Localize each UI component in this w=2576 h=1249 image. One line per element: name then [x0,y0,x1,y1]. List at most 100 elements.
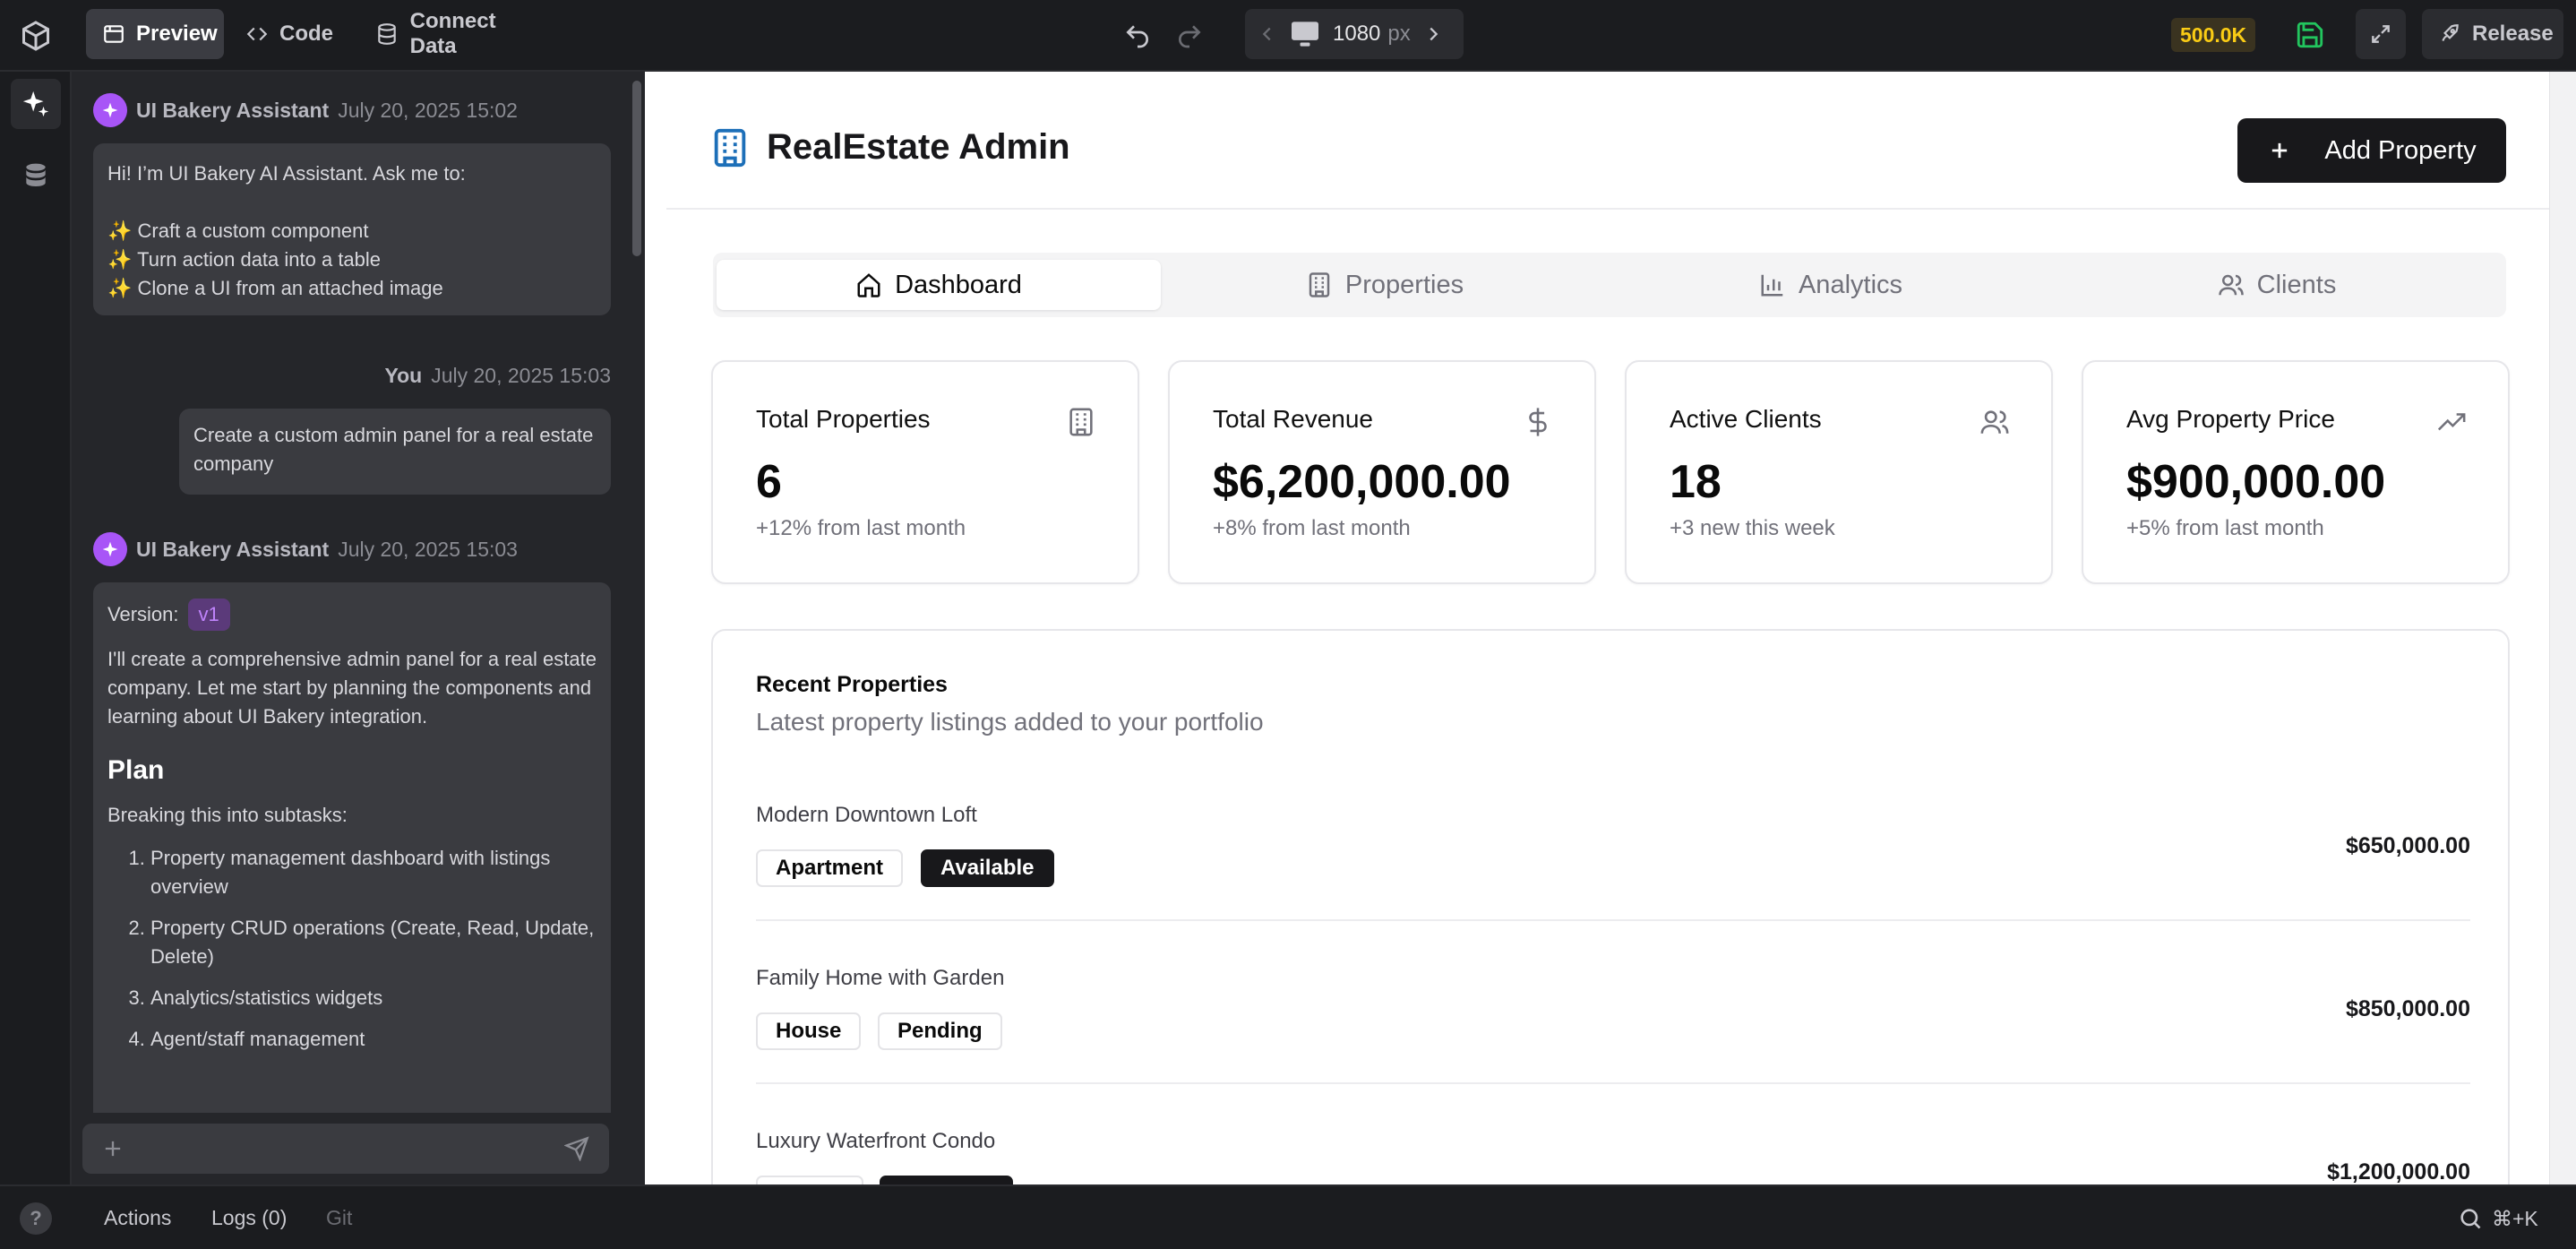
plan-intro: Breaking this into subtasks: [107,804,348,826]
tab-label: Clients [2256,270,2337,299]
tab-properties[interactable]: Properties [1163,260,1607,310]
data-sources-tab[interactable] [11,151,61,201]
user-message: Create a custom admin panel for a real e… [179,409,611,495]
stat-card-avg-price: Avg Property Price $900,000.00 +5% from … [2082,360,2510,584]
release-button[interactable]: Release [2422,9,2563,59]
search-button[interactable]: ⌘+K [2449,1195,2565,1242]
plan-heading: Plan [107,755,165,785]
expand-icon [2369,22,2392,46]
save-icon[interactable] [2295,20,2327,52]
property-type-badge: Apartment [756,849,904,887]
property-row[interactable]: Family Home with Garden House Pending $8… [756,962,2470,1124]
assistant-chat-panel: UI Bakery Assistant July 20, 2025 15:02 … [72,72,645,1183]
viewport-width-value[interactable]: 1080 [1333,22,1380,47]
fullscreen-button[interactable] [2356,9,2406,59]
plan-item: Property CRUD operations (Create, Read, … [150,914,597,971]
suggestion-item: ✨ Clone a UI from an attached image [107,277,443,299]
ai-assistant-tab[interactable] [11,79,61,129]
message-author: You [384,364,423,387]
chat-scrollbar[interactable] [632,81,641,256]
stat-change: +5% from last month [2126,516,2324,540]
bar-chart-icon [1759,271,1786,298]
connect-data-button[interactable]: Connect Data [358,9,554,59]
plan-item: Analytics/statistics widgets [150,984,597,1012]
database-icon [21,161,50,190]
building-icon [709,127,751,168]
app-logo-icon[interactable] [20,20,52,52]
message-time: July 20, 2025 15:03 [338,537,518,561]
send-icon[interactable] [564,1136,589,1161]
database-icon [374,21,399,47]
top-toolbar: Preview Code Connect Data 1080 px 500.0K … [0,0,2576,72]
stat-change: +8% from last month [1213,516,1411,540]
property-type-badge: House [756,1012,862,1050]
suggestion-item: ✨ Craft a custom component [107,220,369,242]
property-name: Family Home with Garden [756,966,1005,990]
connect-data-label: Connect Data [409,9,496,58]
intro-text: Hi! I’m UI Bakery AI Assistant. Ask me t… [107,162,466,185]
building-icon [1306,271,1333,298]
left-rail [0,72,72,1249]
help-icon[interactable]: ? [20,1202,52,1235]
users-icon [2218,271,2245,298]
message-header: UI Bakery Assistant July 20, 2025 15:03 [93,532,518,566]
release-label: Release [2472,22,2554,46]
undo-icon[interactable] [1123,22,1152,50]
stat-title: Total Properties [756,405,931,433]
stat-card-active-clients: Active Clients 18 +3 new this week [1625,360,2053,584]
version-label: Version: [107,603,179,625]
message-time: July 20, 2025 15:02 [338,98,518,122]
add-property-button[interactable]: Add Property [2237,118,2506,183]
stat-value: $6,200,000.00 [1213,456,1511,508]
property-status-badge: Available [921,849,1054,887]
tab-dashboard[interactable]: Dashboard [717,260,1161,310]
plan-item: Agent/staff management [150,1025,597,1054]
property-row[interactable]: Luxury Waterfront Condo Condo Available … [756,1125,2470,1186]
tab-label: Analytics [1798,270,1903,299]
actions-tab[interactable]: Actions [104,1206,171,1230]
redo-icon[interactable] [1175,22,1204,50]
building-icon [1066,407,1096,437]
git-tab[interactable]: Git [326,1206,352,1230]
property-status-badge: Pending [878,1012,1002,1050]
preview-scrollbar[interactable] [2549,72,2576,1186]
search-icon [2458,1206,2483,1231]
logs-tab[interactable]: Logs (0) [211,1206,287,1230]
stat-title: Avg Property Price [2126,405,2335,433]
chevron-left-icon[interactable] [1258,24,1277,44]
plus-icon[interactable] [100,1136,125,1161]
tab-analytics[interactable]: Analytics [1609,260,2053,310]
assistant-avatar [93,93,127,127]
preview-button[interactable]: Preview [86,9,224,59]
app-preview-canvas: RealEstate Admin Add Property Dashboard … [645,72,2549,1186]
assistant-message: Hi! I’m UI Bakery AI Assistant. Ask me t… [93,143,611,315]
message-author: UI Bakery Assistant [136,98,330,122]
stat-card-total-revenue: Total Revenue $6,200,000.00 +8% from las… [1168,360,1596,584]
viewport-width-control: 1080 px [1245,9,1464,59]
row-divider [756,919,2470,921]
chevron-right-icon[interactable] [1423,24,1443,44]
chat-input[interactable] [82,1124,609,1174]
version-badge[interactable]: v1 [187,599,230,631]
property-price: $1,200,000.00 [2327,1159,2470,1184]
bottom-bar: ? Actions Logs (0) Git ⌘+K [0,1184,2576,1249]
property-row[interactable]: Modern Downtown Loft Apartment Available… [756,799,2470,960]
message-time: July 20, 2025 15:03 [431,364,611,387]
stat-value: 18 [1670,456,1722,508]
property-name: Luxury Waterfront Condo [756,1129,996,1153]
code-button[interactable]: Code [229,9,337,59]
message-author: UI Bakery Assistant [136,537,330,561]
app-header: RealEstate Admin Add Property [666,72,2549,210]
stat-value: 6 [756,456,782,508]
tab-clients[interactable]: Clients [2055,260,2499,310]
home-icon [855,271,882,298]
response-text: I'll create a comprehensive admin panel … [107,648,597,728]
plus-icon [2267,138,2292,163]
stat-value: $900,000.00 [2126,456,2386,508]
assistant-avatar [93,532,127,566]
viewport-width-unit: px [1387,22,1411,46]
stat-change: +12% from last month [756,516,966,540]
app-title: RealEstate Admin [767,127,1070,167]
tab-label: Properties [1344,270,1464,299]
tab-label: Dashboard [895,270,1022,299]
